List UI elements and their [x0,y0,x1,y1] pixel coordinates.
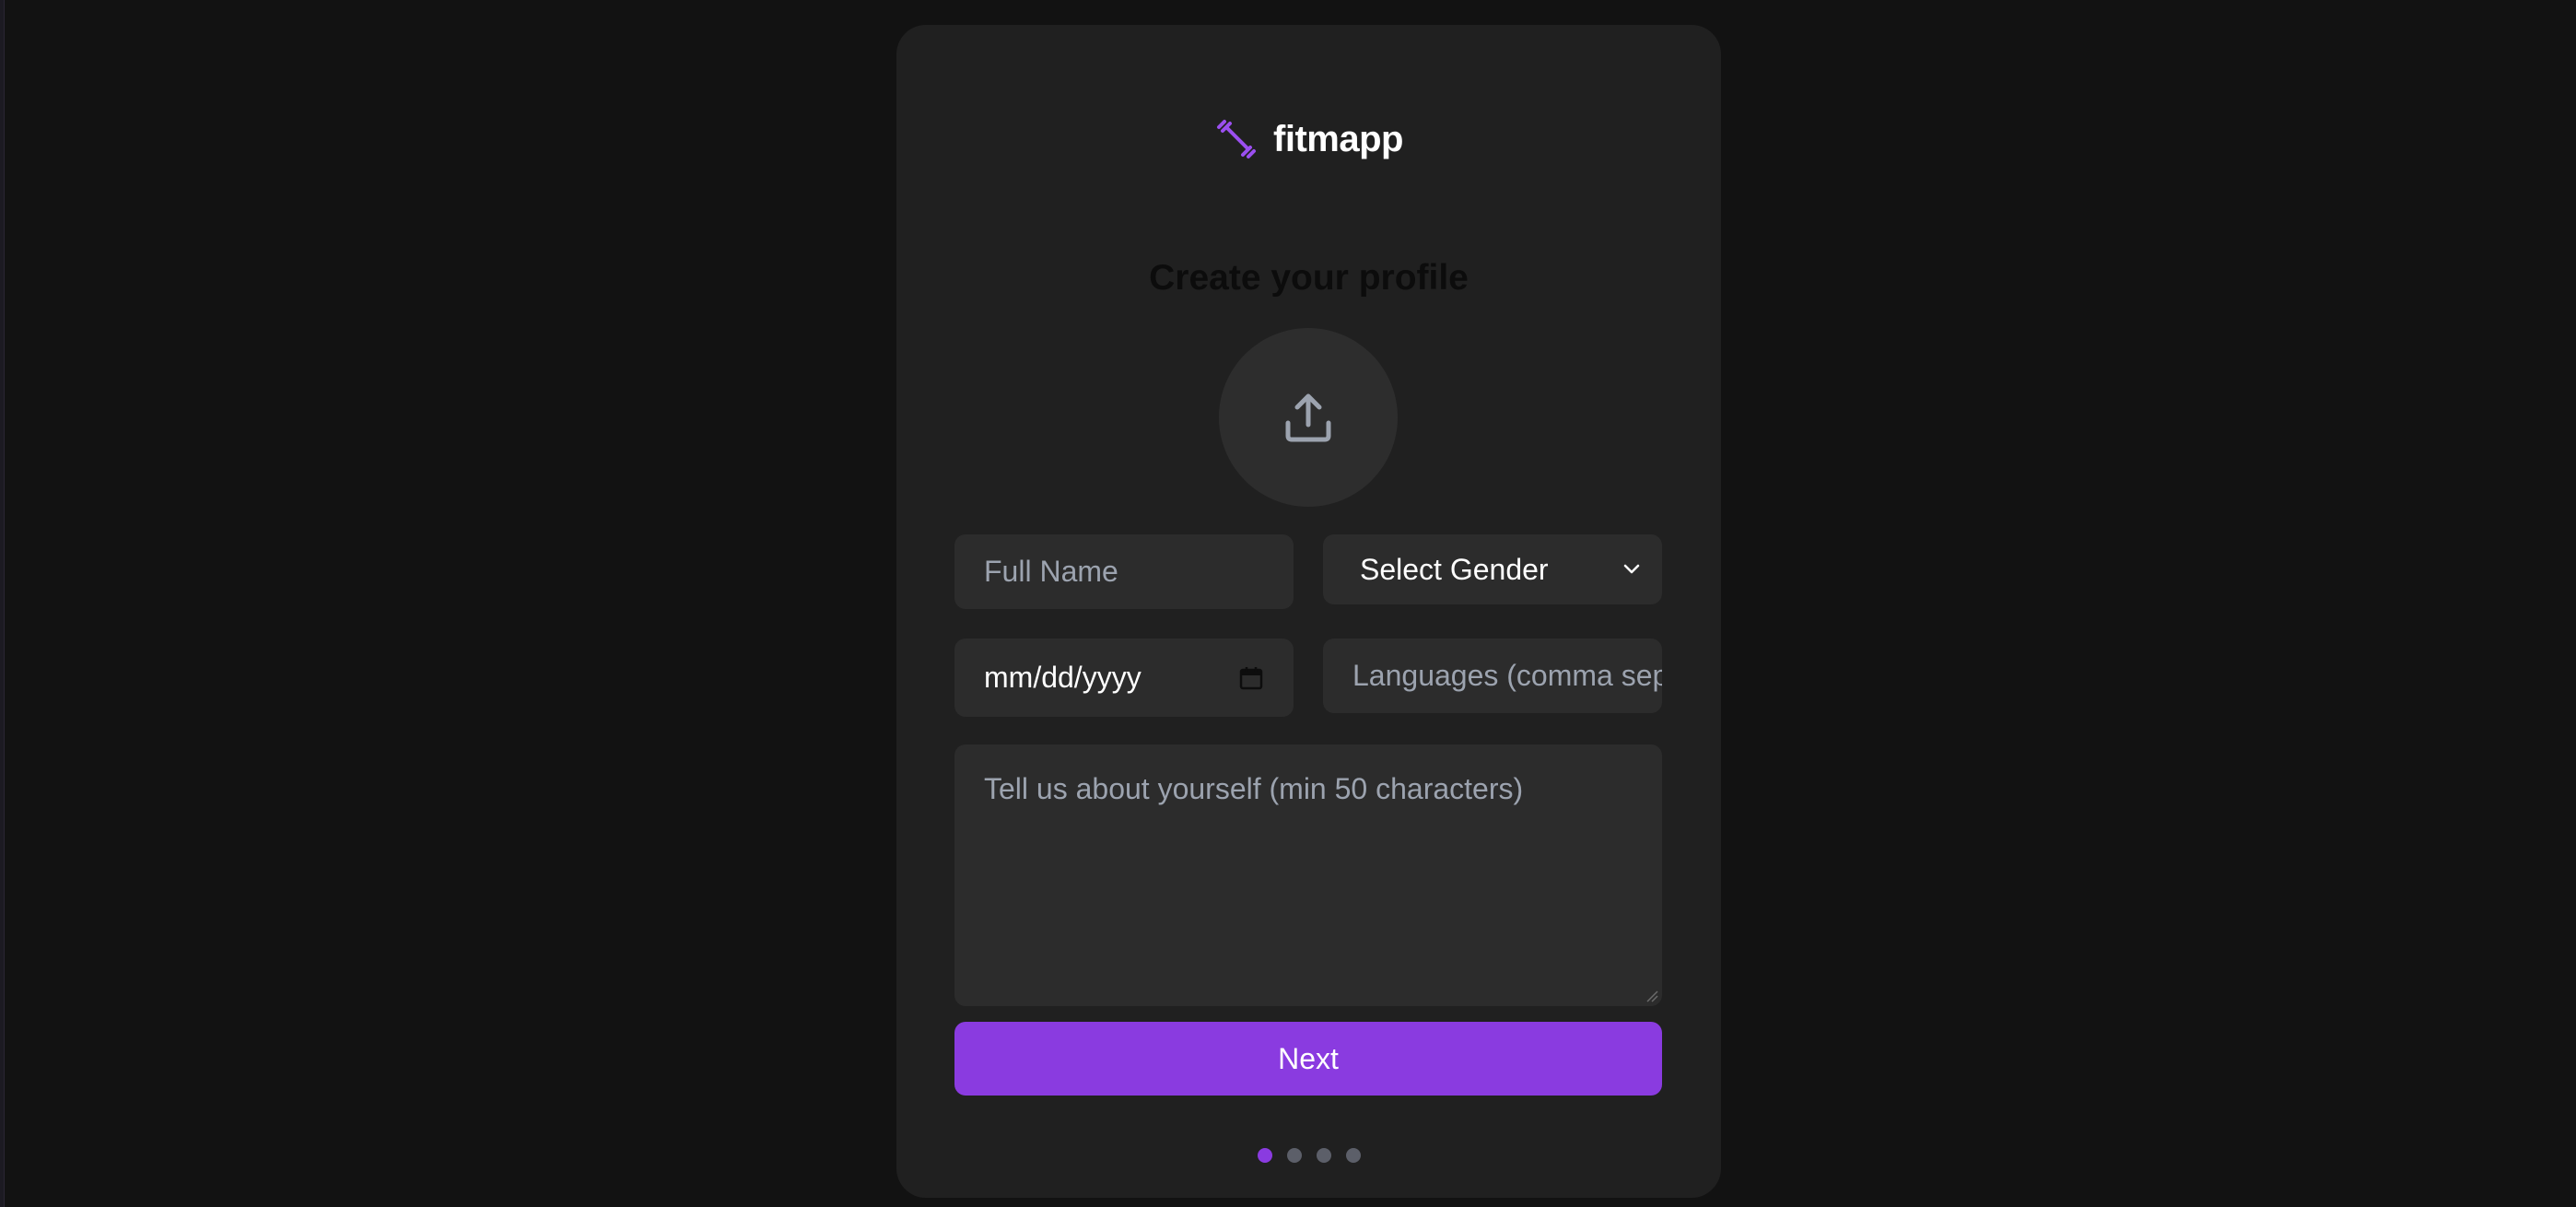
birthdate-input[interactable]: mm/dd/yyyy [954,639,1294,717]
gender-selected-value: Select Gender [1360,552,1549,586]
brand: fitmapp [896,91,1721,187]
bio-textarea[interactable]: Tell us about yourself (min 50 character… [954,744,1662,1006]
step-dot-2 [1286,1148,1302,1163]
step-dot-1 [1257,1148,1272,1163]
full-name-input[interactable]: Full Name [954,534,1294,609]
avatar-upload-button[interactable] [1219,328,1398,507]
resize-handle-icon[interactable] [1645,990,1658,1002]
dumbbell-icon [1217,120,1257,158]
calendar-icon[interactable] [1238,665,1264,691]
birthdate-value: mm/dd/yyyy [984,661,1142,694]
window-edge [0,0,5,1207]
profile-card: fitmapp Create your profile Full Name Se… [896,25,1721,1198]
languages-input[interactable]: Languages (comma separated) [1323,639,1662,713]
step-indicator [896,1148,1721,1163]
gender-select[interactable]: Select Gender [1323,534,1662,604]
upload-icon [1285,393,1331,442]
full-name-placeholder: Full Name [984,555,1118,588]
bio-placeholder: Tell us about yourself (min 50 character… [984,772,1524,805]
step-dot-3 [1316,1148,1331,1163]
brand-name: fitmapp [1273,118,1403,159]
chevron-down-icon [1623,564,1640,574]
page-title: Create your profile [1149,258,1469,298]
next-button[interactable]: Next [954,1022,1662,1096]
step-dot-4 [1345,1148,1361,1163]
languages-placeholder: Languages (comma separated) [1352,659,1662,692]
